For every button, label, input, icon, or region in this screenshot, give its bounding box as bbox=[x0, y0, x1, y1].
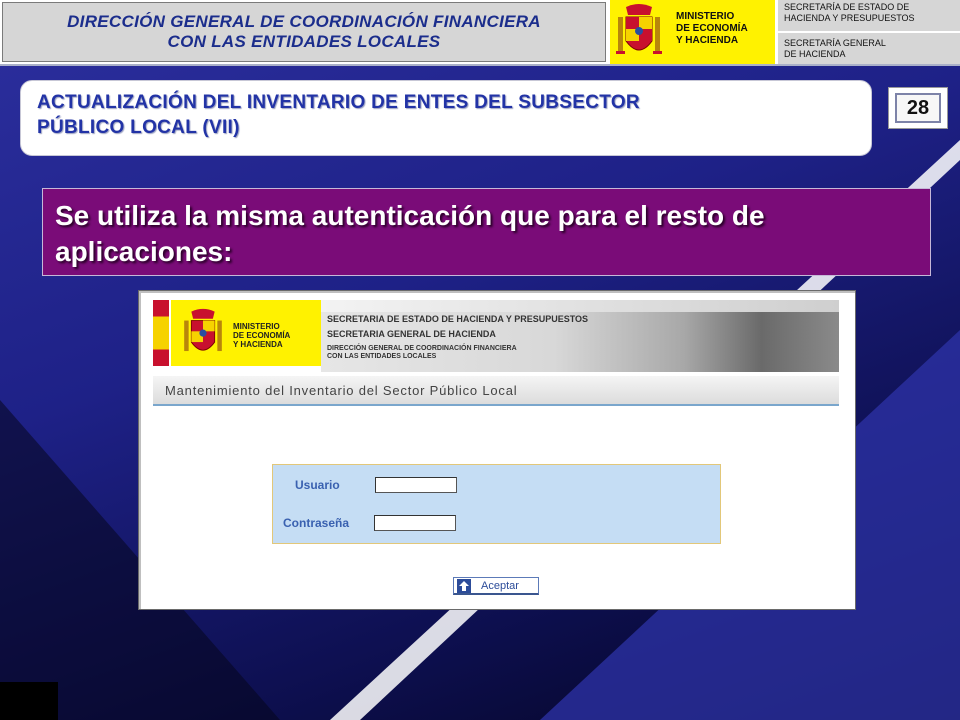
directorate-line1: DIRECCIÓN GENERAL DE COORDINACIÓN FINANC… bbox=[67, 12, 541, 31]
app-ministry-name: MINISTERIO DE ECONOMÍA Y HACIENDA bbox=[233, 322, 290, 349]
username-label: Usuario bbox=[295, 478, 340, 492]
app-title: Mantenimiento del Inventario del Sector … bbox=[165, 383, 518, 398]
ministry-line1: MINISTERIO bbox=[676, 11, 735, 22]
directorate-line2: CON LAS ENTIDADES LOCALES bbox=[167, 32, 441, 51]
banner-line1: Se utiliza la misma autenticación que pa… bbox=[55, 200, 765, 231]
app-header-line3b: CON LAS ENTIDADES LOCALES bbox=[327, 353, 437, 360]
slide-title-line1: ACTUALIZACIÓN DEL INVENTARIO DE ENTES DE… bbox=[37, 92, 640, 113]
secretary-state-text: SECRETARÍA DE ESTADO DE HACIENDA Y PRESU… bbox=[784, 2, 915, 24]
ministry-name: MINISTERIO DE ECONOMÍA Y HACIENDA bbox=[676, 11, 748, 47]
app-ministry-line2: DE ECONOMÍA bbox=[233, 331, 291, 340]
secretary-state-line2: HACIENDA Y PRESUPUESTOS bbox=[784, 13, 915, 23]
slide-title: ACTUALIZACIÓN DEL INVENTARIO DE ENTES DE… bbox=[37, 90, 817, 140]
page-number-box: 28 bbox=[888, 87, 948, 129]
ministry-line3: Y HACIENDA bbox=[676, 35, 739, 46]
app-ministry-line3: Y HACIENDA bbox=[233, 340, 283, 349]
banner-text: Se utiliza la misma autenticación que pa… bbox=[55, 198, 915, 270]
login-panel bbox=[272, 464, 721, 544]
slide-title-box: ACTUALIZACIÓN DEL INVENTARIO DE ENTES DE… bbox=[20, 80, 872, 156]
submit-button[interactable]: Aceptar bbox=[453, 577, 539, 595]
header-divider bbox=[0, 64, 960, 66]
app-header: MINISTERIO DE ECONOMÍA Y HACIENDA SECRET… bbox=[153, 300, 839, 406]
secretary-general-line1: SECRETARÍA GENERAL bbox=[784, 38, 886, 48]
app-header-line2: SECRETARIA GENERAL DE HACIENDA bbox=[327, 329, 496, 339]
username-input[interactable] bbox=[375, 477, 457, 493]
page-number: 28 bbox=[895, 93, 941, 123]
app-header-line3: DIRECCIÓN GENERAL DE COORDINACIÓN FINANC… bbox=[327, 345, 607, 361]
banner-line2: aplicaciones: bbox=[55, 236, 233, 267]
secretary-state-line1: SECRETARÍA DE ESTADO DE bbox=[784, 2, 910, 12]
submit-button-label: Aceptar bbox=[481, 579, 519, 592]
app-header-top-strip bbox=[321, 300, 839, 312]
spain-coat-of-arms-icon bbox=[616, 4, 662, 54]
secretary-state-block: SECRETARÍA DE ESTADO DE HACIENDA Y PRESU… bbox=[778, 0, 960, 31]
slide-title-line2: PÚBLICO LOCAL (VII) bbox=[37, 117, 240, 138]
secretary-general-line2: DE HACIENDA bbox=[784, 49, 846, 59]
ministry-line2: DE ECONOMÍA bbox=[676, 23, 748, 34]
slide-header: DIRECCIÓN GENERAL DE COORDINACIÓN FINANC… bbox=[0, 0, 960, 64]
app-ministry-line1: MINISTERIO bbox=[233, 322, 280, 331]
app-title-bar: Mantenimiento del Inventario del Sector … bbox=[153, 376, 839, 406]
directorate-title: DIRECCIÓN GENERAL DE COORDINACIÓN FINANC… bbox=[2, 2, 606, 62]
app-header-line3a: DIRECCIÓN GENERAL DE COORDINACIÓN FINANC… bbox=[327, 345, 517, 352]
password-label: Contraseña bbox=[283, 516, 350, 530]
app-header-line1: SECRETARIA DE ESTADO DE HACIENDA Y PRESU… bbox=[327, 314, 589, 324]
app-coat-of-arms-icon bbox=[184, 308, 222, 352]
secretary-general-text: SECRETARÍA GENERAL DE HACIENDA bbox=[784, 38, 886, 60]
secretary-general-block: SECRETARÍA GENERAL DE HACIENDA bbox=[778, 33, 960, 64]
app-title-underline bbox=[153, 404, 839, 406]
spain-flag-icon bbox=[153, 300, 169, 366]
arrow-up-icon bbox=[457, 578, 471, 593]
info-banner: Se utiliza la misma autenticación que pa… bbox=[42, 188, 931, 276]
password-input[interactable] bbox=[374, 515, 456, 531]
